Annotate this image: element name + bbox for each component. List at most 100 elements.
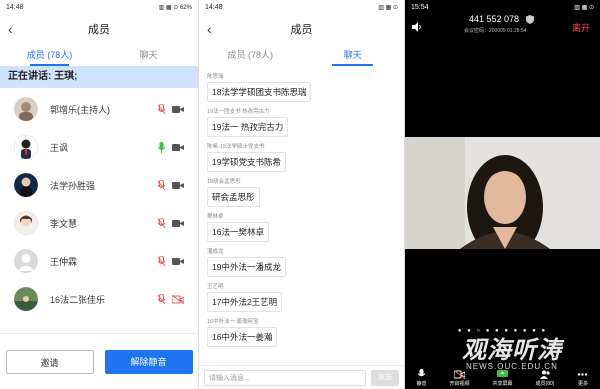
tab-chat[interactable]: 聊天: [99, 44, 198, 66]
tool-label: 静音: [416, 381, 427, 387]
page-title: 成员: [88, 24, 110, 36]
meeting-id: 441 552 078: [469, 14, 520, 24]
send-button[interactable]: 发送: [371, 369, 399, 386]
member-row[interactable]: 16法二张佳乐: [0, 280, 198, 318]
mic-muted-icon[interactable]: [157, 217, 166, 229]
tab-bar: 成员 (78人) 聊天: [0, 44, 198, 66]
member-row[interactable]: 法学孙胜强: [0, 166, 198, 204]
chat-message: 潘成龙 19中外法一潘成龙: [207, 247, 396, 277]
message-bubble: 研会孟思彤: [207, 187, 260, 207]
message-bubble: 16中外法一姜瀚: [207, 327, 278, 347]
chat-message: 王艺明 17中外法2王艺明: [207, 282, 396, 312]
member-row[interactable]: 郭增乐(主持人): [0, 90, 198, 128]
message-sender: 19法一团支书 热孜完古力: [207, 109, 270, 115]
mic-muted-icon[interactable]: [157, 293, 166, 305]
message-sender: 潘成龙: [207, 249, 224, 255]
camera-off-icon[interactable]: [172, 294, 184, 304]
participant-video: [405, 137, 600, 249]
status-bar: 14:48 ▥ ▦ ⊙ 62%: [0, 0, 198, 14]
mic-muted-icon[interactable]: [157, 255, 166, 267]
leave-button[interactable]: 离开: [572, 21, 590, 34]
back-icon[interactable]: ‹: [207, 21, 212, 37]
mic-icon: [417, 369, 426, 377]
share-screen-button[interactable]: 共享屏幕: [493, 370, 513, 387]
message-bubble: 19法一 热孜完古力: [207, 117, 289, 137]
chat-message: 陈思瑞 18法学学硕团支书陈思瑞: [207, 72, 396, 102]
status-icons: ▥ ▦ ⊙: [574, 4, 594, 11]
chat-input-bar: 请输入消息... 发送: [199, 365, 404, 389]
screenshot-collage: 14:48 ▥ ▦ ⊙ 62% ‹ 成员 成员 (78人) 聊天 正在讲话: 王…: [0, 0, 600, 389]
watermark: 观海听涛: [462, 335, 562, 364]
avatar: [14, 211, 38, 235]
status-icons: ▥ ▦ ⊙: [378, 4, 398, 11]
member-name: 郭增乐(主持人): [50, 104, 110, 115]
mute-button[interactable]: 静音: [417, 369, 427, 387]
bottom-actions: 邀请 解除静音: [0, 333, 198, 389]
tool-label: 成员(80): [535, 381, 555, 387]
message-sender: 陈希-19法学硕士党支书: [207, 144, 265, 150]
message-bubble: 19中外法一潘成龙: [207, 257, 286, 277]
nav-bar: ‹ 成员: [0, 14, 198, 44]
tab-members[interactable]: 成员 (78人): [0, 44, 99, 66]
member-row[interactable]: 王仲霖: [0, 242, 198, 280]
member-name: 16法二张佳乐: [50, 294, 106, 305]
tab-members[interactable]: 成员 (78人): [199, 44, 302, 66]
speaker-icon[interactable]: [412, 22, 422, 32]
chat-message: 樊林卓 16法一樊林卓: [207, 212, 396, 242]
meeting-info: 会议密码：200005 01:28:54: [464, 28, 527, 34]
status-icons: ▥ ▦ ⊙ 62%: [158, 4, 192, 11]
back-icon[interactable]: ‹: [8, 21, 13, 37]
tool-label: 更多: [577, 381, 588, 387]
chat-message: 陈希-19法学硕士党支书 19学硕党支书陈希: [207, 142, 396, 172]
message-bubble: 18法学学硕团支书陈思瑞: [207, 82, 312, 102]
video-off-icon: [454, 370, 466, 379]
camera-icon[interactable]: [172, 257, 184, 266]
avatar: [14, 249, 38, 273]
nav-bar: ‹ 成员: [199, 14, 404, 44]
invite-button[interactable]: 邀请: [5, 349, 94, 374]
message-sender: 18研会孟思彤: [207, 179, 241, 185]
camera-icon[interactable]: [172, 143, 184, 152]
avatar: [14, 135, 38, 159]
tool-label: 开启视频: [449, 381, 470, 387]
camera-icon[interactable]: [172, 181, 184, 190]
tool-label: 共享屏幕: [492, 381, 513, 387]
chat-messages: 陈思瑞 18法学学硕团支书陈思瑞 19法一团支书 热孜完古力 19法一 热孜完古力 …: [199, 66, 404, 358]
share-screen-icon: [497, 370, 509, 377]
start-video-button[interactable]: 开启视频: [450, 370, 470, 387]
member-name: 王仲霖: [50, 256, 78, 267]
avatar: [14, 173, 38, 197]
status-time: 15:54: [411, 3, 429, 11]
message-sender: 王艺明: [207, 284, 224, 290]
member-row[interactable]: 王讽: [0, 128, 198, 166]
message-bubble: 16法一樊林卓: [207, 222, 269, 242]
page-title: 成员: [290, 24, 313, 36]
shield-icon: [526, 15, 534, 24]
camera-icon[interactable]: [172, 219, 184, 228]
more-button[interactable]: 更多: [577, 370, 588, 387]
status-time: 14:48: [6, 3, 24, 11]
unmute-all-button[interactable]: 解除静音: [104, 349, 193, 374]
status-bar: 14:48 ▥ ▦ ⊙: [199, 0, 404, 14]
chat-message: 18研会孟思彤研会孟思彤: [207, 177, 396, 207]
tab-chat[interactable]: 聊天: [302, 44, 405, 66]
tab-bar: 成员 (78人) 聊天: [199, 44, 404, 66]
meeting-header: 441 552 078 会议密码：200005 01:28:54 离开: [405, 14, 600, 46]
message-bubble: 17中外法2王艺明: [207, 292, 283, 312]
mic-muted-icon[interactable]: [157, 103, 166, 115]
members-button[interactable]: 成员(80): [535, 370, 555, 387]
member-row[interactable]: 李文慧: [0, 204, 198, 242]
chat-message: 19法一团支书 热孜完古力 19法一 热孜完古力: [207, 107, 396, 137]
speaking-banner: 正在讲话: 王琪;: [0, 66, 198, 88]
status-bar: 15:54 ▥ ▦ ⊙: [405, 0, 600, 14]
chat-input[interactable]: 请输入消息...: [204, 369, 366, 386]
member-name: 李文慧: [50, 218, 78, 229]
mic-muted-icon[interactable]: [157, 179, 166, 191]
watermark-url: NEWS.OUC.EDU.CN: [466, 362, 558, 371]
chat-panel: 14:48 ▥ ▦ ⊙ ‹ 成员 成员 (78人) 聊天 陈思瑞 18法学学硕团支…: [199, 0, 405, 389]
more-icon: [578, 373, 588, 376]
member-name: 王讽: [50, 142, 69, 153]
camera-icon[interactable]: [172, 105, 184, 114]
mic-active-icon[interactable]: [157, 141, 166, 153]
message-sender: 樊林卓: [207, 214, 224, 220]
